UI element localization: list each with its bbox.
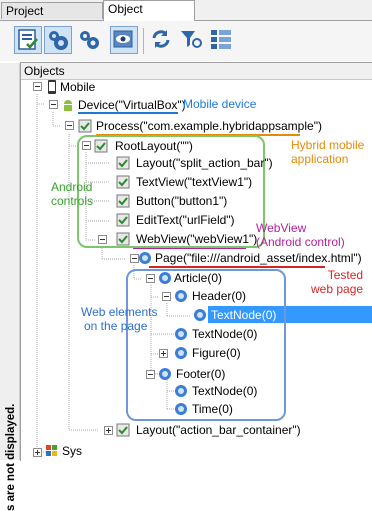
tree-node-label: RootLayout(""): [115, 139, 193, 153]
checklist-button[interactable]: [14, 26, 42, 54]
test-object-icon: [116, 175, 130, 189]
refresh-button[interactable]: [148, 26, 176, 54]
test-object-icon: [116, 194, 130, 208]
web-element-icon: [175, 328, 187, 340]
toolbar-separator: [143, 28, 144, 54]
web-page-icon: [139, 252, 151, 264]
collapse-toggle[interactable]: [65, 121, 74, 130]
expand-toggle[interactable]: [104, 426, 113, 435]
refresh-icon: [152, 30, 170, 48]
expand-toggle[interactable]: [33, 448, 42, 457]
web-element-icon: [194, 309, 206, 321]
tree-node-label: Footer(0): [176, 367, 226, 381]
tree-node-label: TextView("textView1"): [136, 175, 253, 189]
collapse-toggle[interactable]: [98, 235, 107, 244]
web-element-icon: [159, 272, 171, 284]
tree-node-label: Mobile: [60, 80, 96, 94]
objects-header-label: Objects: [24, 64, 65, 78]
settings-button[interactable]: [76, 26, 104, 54]
tab-object-browser[interactable]: Object Browser: [103, 0, 195, 33]
list-grid-icon: [211, 30, 231, 49]
settings-gears-icon: [80, 31, 99, 49]
tab-project-workspace[interactable]: Project Workspace: [1, 2, 103, 35]
tree-node-label: TextNode(0): [192, 384, 258, 398]
eye-icon: [113, 30, 133, 48]
test-object-icon: [116, 156, 130, 170]
tree-node-label: Time(0): [192, 402, 233, 416]
web-element-icon: [175, 385, 187, 397]
collapse-toggle[interactable]: [146, 274, 155, 283]
web-element-icon: [175, 347, 187, 359]
web-element-icon: [175, 290, 187, 302]
test-object-icon: [116, 423, 130, 437]
tree-node-label: Sys: [62, 444, 83, 458]
list-button[interactable]: [208, 26, 236, 54]
tree-node-label: Header(0): [192, 289, 247, 303]
tab-bar: Project Workspace Object Browser: [0, 0, 372, 35]
android-icon: [64, 100, 72, 111]
collapsed-side-panel[interactable]: s are not displayed.: [0, 63, 20, 511]
collapse-toggle[interactable]: [49, 100, 58, 109]
tree-node-label: TextNode(0): [211, 308, 277, 322]
tree-node-label: TextNode(0): [192, 327, 258, 341]
tree-node-label: Layout("action_bar_container"): [136, 423, 301, 437]
tree-node-label: Page("file:///android_asset/index.html"): [155, 251, 362, 265]
tree-node-label: Process("com.example.hybridappsample"): [96, 119, 322, 133]
filter-icon: [181, 31, 202, 48]
windows-logo-icon: [46, 445, 57, 456]
highlight-button[interactable]: [110, 26, 138, 54]
toolbar: [0, 21, 372, 61]
collapse-toggle[interactable]: [162, 292, 171, 301]
test-object-icon: [116, 213, 130, 227]
expand-toggle[interactable]: [159, 349, 168, 358]
objects-header: Objects: [21, 63, 372, 80]
web-element-icon: [175, 403, 187, 415]
tree-node-label: Button("button1"): [136, 194, 228, 208]
settings-pressed-button[interactable]: [44, 26, 72, 54]
tree-node-label: Device("VirtualBox"): [78, 98, 186, 112]
collapse-toggle[interactable]: [82, 141, 91, 150]
mobile-phone-icon: [48, 80, 56, 94]
test-object-icon: [94, 139, 108, 153]
test-object-icon: [116, 232, 130, 246]
tree-node-label: Layout("split_action_bar"): [136, 156, 273, 170]
tree-node-label: Article(0): [174, 271, 223, 285]
filter-button[interactable]: [178, 26, 206, 54]
side-panel-label: s are not displayed.: [5, 403, 17, 511]
settings-gear-pressed-icon: [49, 31, 68, 50]
tree-node-label: Figure(0): [192, 346, 241, 360]
web-element-icon: [159, 368, 171, 380]
collapse-toggle[interactable]: [146, 370, 155, 379]
test-object-icon: [78, 119, 92, 133]
checklist-icon: [18, 29, 38, 50]
collapse-toggle[interactable]: [33, 82, 42, 91]
tree-node-label: EditText("urlField"): [136, 213, 235, 227]
tree-node-label: WebView("webView1"): [136, 232, 258, 246]
